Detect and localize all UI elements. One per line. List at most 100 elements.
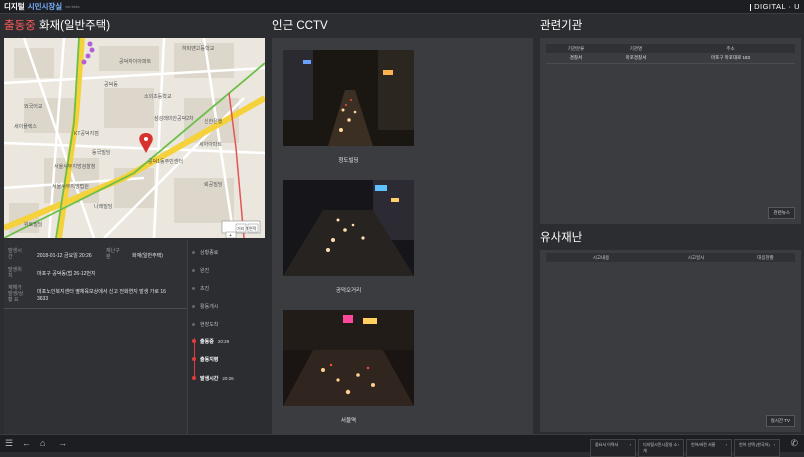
- map-label: 하피맨고등학교: [182, 45, 215, 52]
- column-header: 기관명: [606, 46, 666, 52]
- timeline-dot: [192, 269, 195, 272]
- footer-links: 중요서 이력서› 디지털시민시장실 소개› 언어/버전 서울› 언어 선택 (한…: [590, 439, 780, 457]
- timeline-time: 20:26: [222, 376, 233, 381]
- timeline-dot: [192, 287, 195, 290]
- cctv-label: 서울역: [283, 416, 414, 424]
- footer-link-label: 중요서 이력서: [595, 442, 618, 454]
- map-canvas[interactable]: 하피맨고등학교 공덕자이아파트 외국어교 공덕동 KT공덕지점 동국빌딩 삼성래…: [4, 38, 265, 238]
- info-label: 발생위치: [8, 267, 26, 279]
- related-news-button[interactable]: 관련뉴스: [768, 207, 795, 219]
- timeline-label: 초진: [200, 286, 209, 292]
- incident-timeline: 상황종료 완진 초진 활동개시 현장도착 출동중 20:29 출동지령 발생시간 2…: [187, 240, 265, 446]
- timeline-item-current: 출동중 20:29: [200, 338, 229, 345]
- info-label: 발생시간: [8, 248, 26, 260]
- footer-link-label: 디지털시민시장실 소개: [643, 442, 678, 454]
- info-value: 마포노인복지센터 옆체육보상에서 신고 전화연지 발생 가로 16 3633: [37, 289, 177, 303]
- zoom-in-button: +: [229, 233, 232, 238]
- map-label: KT공덕지점: [74, 130, 99, 137]
- timeline-time: 20:29: [218, 339, 229, 344]
- agencies-table: 기관분류 기관명 주소 경찰서 마포경찰서 마포구 마포대로 183: [546, 44, 795, 64]
- footer-link[interactable]: 언어/버전 서울 ›: [686, 439, 732, 457]
- cctv-label: 청도빌딩: [283, 156, 414, 164]
- column-header: 기관분류: [546, 46, 606, 52]
- version-badge: ver.beta: [65, 4, 79, 9]
- info-label: 재난구분: [106, 248, 124, 260]
- cctv-feed[interactable]: [283, 180, 414, 276]
- chevron-right-icon: ›: [726, 442, 727, 454]
- timeline-label: 출동중: [200, 339, 214, 345]
- area-button: 면적: [249, 225, 257, 231]
- timeline-label: 활동개시: [200, 304, 218, 310]
- incident-info: 발생시간 2018-01-12 금요일 20:26 재난구분 화재(일반주택) …: [4, 240, 187, 446]
- distance-button: 거리: [237, 225, 245, 231]
- cctv-feed[interactable]: [283, 50, 414, 146]
- chevron-right-icon: ›: [630, 442, 631, 454]
- table-cell: 마포구 마포대로 183: [666, 55, 795, 61]
- phone-icon[interactable]: ✆: [790, 438, 798, 449]
- map-label: 세아아파트: [199, 141, 222, 148]
- info-label: 재해가 발생/상황 요: [8, 285, 26, 303]
- cctv-feed[interactable]: [283, 310, 414, 406]
- incident-map[interactable]: 하피맨고등학교 공덕자이아파트 외국어교 공덕동 KT공덕지점 동국빌딩 삼성래…: [4, 38, 265, 238]
- timeline-label: 현장도착: [200, 322, 218, 328]
- timeline-dot: [192, 323, 195, 326]
- brand-title: 디지털: [4, 1, 25, 12]
- footer-link-label: 언어/버전 서울: [691, 442, 715, 454]
- cctv-image: [283, 180, 414, 276]
- info-value: 화재(일반주택): [132, 252, 163, 259]
- table-cell: 마포경찰서: [606, 55, 666, 61]
- timeline-item: 활동개시: [200, 303, 218, 310]
- footer-link[interactable]: 언어 선택 (한국어) ›: [734, 439, 780, 457]
- map-label: 서울서부지방검찰청: [54, 163, 95, 170]
- column-header: 주소: [666, 46, 795, 52]
- incident-column: 출동중 화재(일반주택): [0, 14, 268, 434]
- map-label: 나래빌딩: [94, 203, 112, 210]
- incident-type: 화재(일반주택): [39, 20, 110, 32]
- timeline-dot: [192, 305, 195, 308]
- map-label: 세이플렉스: [14, 123, 37, 130]
- timeline-label: 발생시간: [200, 376, 218, 382]
- similar-panel: 시고내용 시고일시 대응현황 실시간 TV: [540, 250, 801, 432]
- map-label: 공덕자이아파트: [119, 58, 152, 65]
- footer-link[interactable]: 디지털시민시장실 소개›: [638, 439, 684, 457]
- home-icon[interactable]: ⌂: [40, 438, 45, 448]
- cctv-panel: 청도빌딩 공덕오거리 서울역: [272, 38, 533, 446]
- menu-icon[interactable]: ☰: [5, 438, 13, 449]
- agencies-title: 관련기관: [536, 14, 804, 38]
- timeline-label: 완진: [200, 268, 209, 274]
- map-label: 소의초등학교: [144, 93, 172, 100]
- footer-link[interactable]: 중요서 이력서 ›: [590, 439, 636, 457]
- column-header: 대응현황: [736, 255, 795, 261]
- map-label: 공덕동: [104, 81, 118, 88]
- timeline-item: 상황종료: [200, 249, 218, 256]
- table-header: 시고내용 시고일시 대응현황: [546, 253, 795, 262]
- timeline-dot-active: [192, 339, 196, 343]
- map-label: 삼성래미안공덕2차: [154, 115, 194, 122]
- cctv-title: 인근 CCTV: [268, 14, 536, 38]
- timeline-dot-active: [192, 376, 196, 380]
- info-value: 2018-01-12 금요일 20:26: [37, 252, 92, 259]
- chevron-right-icon: ›: [678, 442, 679, 454]
- forward-icon[interactable]: →: [58, 438, 67, 448]
- column-header: 시고일시: [656, 255, 736, 261]
- timeline-item: 초진: [200, 285, 209, 292]
- cctv-image: [283, 310, 414, 406]
- timeline-label: 출동지령: [200, 357, 218, 363]
- column-header: 시고내용: [546, 255, 656, 261]
- incident-title: 출동중 화재(일반주택): [0, 14, 268, 38]
- info-value: 마포구 공덕동(법 26-12번지: [37, 270, 96, 277]
- map-label: 위토빌딩: [24, 221, 42, 228]
- brand-subtitle: 시민시장실: [28, 1, 63, 12]
- info-column: 관련기관 기관분류 기관명 주소 경찰서 마포경찰서 마포구 마포대로 183 …: [536, 14, 804, 434]
- table-row[interactable]: 경찰서 마포경찰서 마포구 마포대로 183: [546, 53, 795, 64]
- similar-table: 시고내용 시고일시 대응현황: [546, 253, 795, 262]
- table-header: 기관분류 기관명 주소: [546, 44, 795, 53]
- live-tv-button[interactable]: 실시간 TV: [766, 415, 795, 427]
- map-label: 신한은행: [204, 118, 223, 125]
- map-label: 동국빌딩: [92, 149, 110, 156]
- back-icon[interactable]: ←: [22, 438, 31, 448]
- footer-link-label: 언어 선택 (한국어): [739, 442, 770, 454]
- map-label: 공덕1동주민센터: [148, 158, 183, 165]
- chevron-right-icon: ›: [774, 442, 775, 454]
- divider: [4, 308, 187, 309]
